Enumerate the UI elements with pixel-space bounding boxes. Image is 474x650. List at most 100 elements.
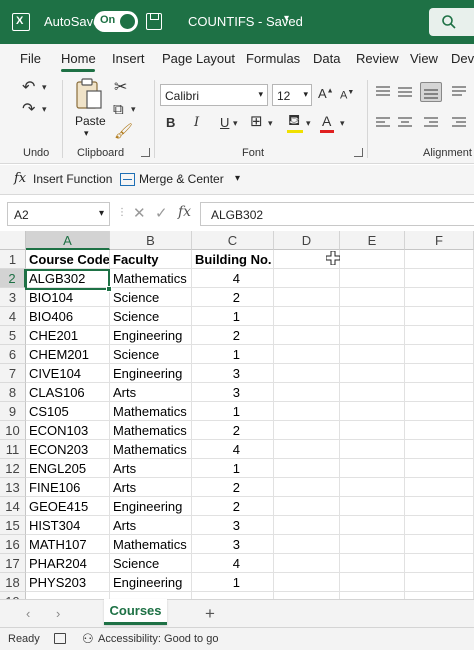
- row-header[interactable]: 16: [0, 535, 26, 554]
- grid-cell[interactable]: [405, 307, 474, 326]
- scroll-right-icon[interactable]: ›: [56, 606, 60, 621]
- data-cell[interactable]: GEOE415: [26, 497, 110, 516]
- grid-cell[interactable]: [274, 497, 340, 516]
- data-cell[interactable]: ECON103: [26, 421, 110, 440]
- grid-cell[interactable]: [274, 364, 340, 383]
- row-header[interactable]: 7: [0, 364, 26, 383]
- data-cell[interactable]: 3: [192, 383, 274, 402]
- grid-cell[interactable]: [274, 345, 340, 364]
- borders-dropdown-icon[interactable]: ▾: [268, 119, 273, 128]
- grid-cell[interactable]: [405, 345, 474, 364]
- row-header[interactable]: 10: [0, 421, 26, 440]
- data-cell[interactable]: Arts: [110, 516, 192, 535]
- grid-cell[interactable]: [340, 364, 405, 383]
- row-header[interactable]: 8: [0, 383, 26, 402]
- wrap-text-icon[interactable]: [452, 86, 466, 98]
- grid-cell[interactable]: [405, 573, 474, 592]
- clipboard-launcher-icon[interactable]: [141, 148, 150, 157]
- cancel-icon[interactable]: ✕: [133, 204, 146, 222]
- tab-file[interactable]: File: [20, 51, 41, 66]
- align-right-icon[interactable]: [424, 117, 438, 129]
- data-cell[interactable]: FINE106: [26, 478, 110, 497]
- fill-handle[interactable]: [106, 286, 112, 292]
- row-header[interactable]: 3: [0, 288, 26, 307]
- data-cell[interactable]: 2: [192, 478, 274, 497]
- grid-cell[interactable]: [340, 269, 405, 288]
- grid-cell[interactable]: [26, 592, 110, 599]
- grid-cell[interactable]: [274, 288, 340, 307]
- row-header[interactable]: 5: [0, 326, 26, 345]
- grid-cell[interactable]: [274, 326, 340, 345]
- increase-font-icon[interactable]: A▲: [318, 87, 334, 100]
- grid-cell[interactable]: [274, 516, 340, 535]
- grid-cell[interactable]: [274, 535, 340, 554]
- column-header[interactable]: E: [340, 231, 405, 250]
- data-cell[interactable]: 1: [192, 459, 274, 478]
- redo-dropdown-icon[interactable]: ▾: [42, 105, 47, 114]
- data-cell[interactable]: CS105: [26, 402, 110, 421]
- grid-cell[interactable]: [274, 269, 340, 288]
- underline-button[interactable]: U: [220, 116, 229, 129]
- data-cell[interactable]: Science: [110, 288, 192, 307]
- grid-cell[interactable]: [274, 573, 340, 592]
- grid-cell[interactable]: [340, 307, 405, 326]
- grid-cell[interactable]: [110, 592, 192, 599]
- accessibility-status[interactable]: Accessibility: Good to go: [98, 633, 218, 645]
- grid-cell[interactable]: [405, 459, 474, 478]
- macro-recording-icon[interactable]: [54, 633, 66, 644]
- row-header[interactable]: 4: [0, 307, 26, 326]
- data-cell[interactable]: Mathematics: [110, 402, 192, 421]
- grid-cell[interactable]: [340, 592, 405, 599]
- more-icon[interactable]: ⋮: [117, 207, 127, 218]
- copy-dropdown-icon[interactable]: ▾: [131, 105, 136, 114]
- grid-cell[interactable]: [192, 592, 274, 599]
- data-cell[interactable]: MATH107: [26, 535, 110, 554]
- grid-cell[interactable]: [274, 440, 340, 459]
- font-color-dropdown-icon[interactable]: ▾: [340, 119, 345, 128]
- grid-cell[interactable]: [405, 402, 474, 421]
- grid-cell[interactable]: [405, 440, 474, 459]
- redo-icon[interactable]: ↷: [22, 102, 35, 118]
- grid-cell[interactable]: [274, 592, 340, 599]
- autosave-toggle[interactable]: On: [94, 11, 138, 32]
- data-cell[interactable]: ECON203: [26, 440, 110, 459]
- decrease-font-icon[interactable]: A▼: [340, 89, 354, 102]
- row-header[interactable]: 18: [0, 573, 26, 592]
- grid-cell[interactable]: [274, 421, 340, 440]
- header-cell[interactable]: Faculty: [110, 250, 192, 269]
- grid-cell[interactable]: [405, 478, 474, 497]
- row-header[interactable]: 9: [0, 402, 26, 421]
- data-cell[interactable]: Mathematics: [110, 535, 192, 554]
- grid-cell[interactable]: [274, 478, 340, 497]
- grid-cell[interactable]: [340, 535, 405, 554]
- undo-icon[interactable]: ↶: [22, 80, 35, 96]
- indent-icon[interactable]: [452, 117, 466, 129]
- data-cell[interactable]: 2: [192, 497, 274, 516]
- name-box[interactable]: A2 ▾: [7, 202, 110, 226]
- data-cell[interactable]: HIST304: [26, 516, 110, 535]
- chevron-down-icon[interactable]: ▾: [284, 13, 289, 24]
- accessibility-icon[interactable]: ⚇: [82, 631, 94, 647]
- data-cell[interactable]: 4: [192, 440, 274, 459]
- align-top-icon[interactable]: [376, 86, 390, 98]
- column-header[interactable]: D: [274, 231, 340, 250]
- merge-center-icon[interactable]: [120, 173, 135, 186]
- copy-icon[interactable]: ⧉: [113, 102, 124, 117]
- row-header[interactable]: 14: [0, 497, 26, 516]
- spreadsheet-grid[interactable]: A B C D E F 1 Course Code Faculty Building No. 2 AL…: [0, 231, 474, 599]
- data-cell[interactable]: 1: [192, 307, 274, 326]
- align-center-icon[interactable]: [398, 117, 412, 129]
- data-cell[interactable]: 2: [192, 421, 274, 440]
- data-cell[interactable]: 2: [192, 288, 274, 307]
- data-cell[interactable]: 1: [192, 402, 274, 421]
- tab-view[interactable]: View: [410, 51, 438, 66]
- bold-button[interactable]: B: [166, 116, 175, 129]
- grid-cell[interactable]: [405, 383, 474, 402]
- grid-cell[interactable]: [340, 516, 405, 535]
- data-cell[interactable]: Science: [110, 345, 192, 364]
- grid-cell[interactable]: [405, 326, 474, 345]
- data-cell[interactable]: ENGL205: [26, 459, 110, 478]
- column-header[interactable]: A: [26, 231, 110, 250]
- grid-cell[interactable]: [274, 459, 340, 478]
- grid-cell[interactable]: [274, 383, 340, 402]
